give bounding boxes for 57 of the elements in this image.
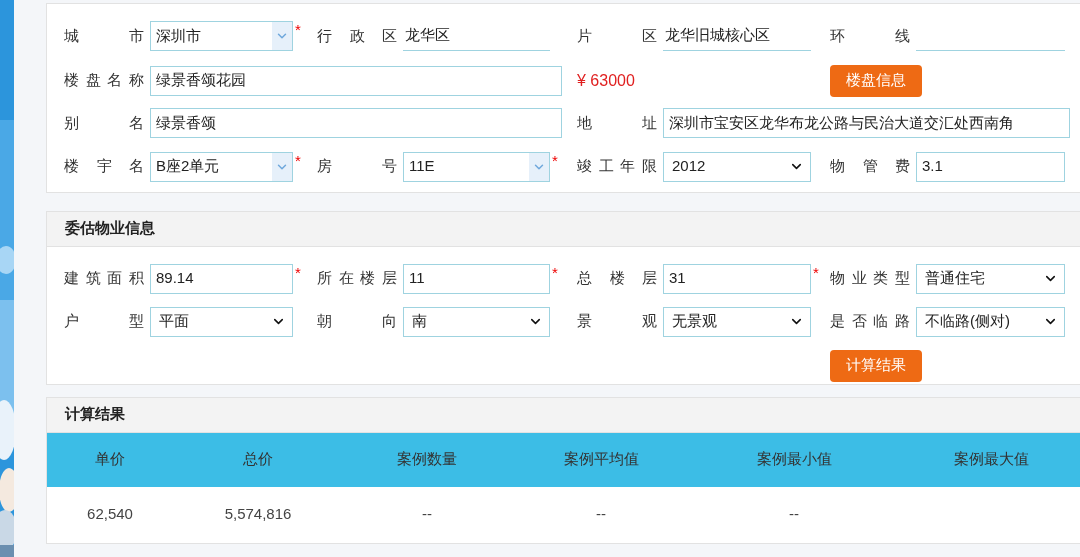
column-header: 案例平均值 bbox=[562, 449, 640, 470]
input-field[interactable]: 89.14 bbox=[150, 263, 293, 294]
field-label: 物管费 bbox=[830, 156, 910, 177]
combo-field[interactable]: B座2单元 bbox=[150, 151, 293, 182]
combo-field[interactable]: 深圳市 bbox=[150, 21, 293, 51]
input-field[interactable]: 绿景香颂 bbox=[150, 108, 562, 138]
column-header: 单价 bbox=[94, 449, 126, 470]
price-text: ¥ 63000 bbox=[577, 70, 635, 91]
input-field[interactable]: 深圳市宝安区龙华布龙公路与民治大道交汇处西南角 bbox=[663, 108, 1070, 138]
field-label: 城市 bbox=[64, 25, 144, 46]
section-title: 计算结果 bbox=[65, 404, 125, 425]
field-label: 楼盘名称 bbox=[64, 70, 144, 91]
input-field[interactable]: 11 bbox=[403, 263, 550, 294]
required-mark: * bbox=[552, 151, 558, 170]
input-field[interactable]: 龙华旧城核心区 bbox=[663, 21, 811, 51]
column-header: 案例最大值 bbox=[952, 449, 1030, 470]
required-mark: * bbox=[295, 263, 301, 282]
field-label: 是否临路 bbox=[830, 311, 910, 332]
input-field[interactable]: 3.1 bbox=[916, 151, 1065, 182]
table-cell-text: -- bbox=[595, 504, 607, 525]
select-field[interactable]: 南 bbox=[403, 306, 550, 337]
required-mark: * bbox=[552, 263, 558, 282]
select-field[interactable]: 普通住宅 bbox=[916, 263, 1065, 294]
field-label: 楼宇名 bbox=[64, 156, 144, 177]
column-header: 案例数量 bbox=[396, 449, 458, 470]
required-mark: * bbox=[295, 151, 301, 170]
table-cell-text: -- bbox=[788, 504, 800, 525]
column-header: 案例最小值 bbox=[755, 449, 833, 470]
combo-field[interactable]: 11E bbox=[403, 151, 550, 182]
input-field[interactable]: 31 bbox=[663, 263, 811, 294]
field-label: 所在楼层 bbox=[317, 268, 397, 289]
required-mark: * bbox=[295, 21, 301, 39]
input-field[interactable]: 绿景香颂花园 bbox=[150, 65, 562, 96]
required-mark: * bbox=[813, 263, 819, 282]
select-field[interactable]: 平面 bbox=[150, 306, 293, 337]
section-title: 委估物业信息 bbox=[65, 218, 155, 239]
field-label: 总楼层 bbox=[577, 268, 657, 289]
select-field[interactable]: 不临路(侧对) bbox=[916, 306, 1065, 337]
field-label: 户型 bbox=[64, 311, 144, 332]
select-field[interactable]: 2012 bbox=[663, 151, 811, 182]
field-label: 建筑面积 bbox=[64, 268, 144, 289]
select-field[interactable]: 无景观 bbox=[663, 306, 811, 337]
field-label: 地址 bbox=[577, 112, 657, 133]
field-label: 房号 bbox=[317, 156, 397, 177]
table-cell-text: 62,540 bbox=[86, 504, 134, 525]
field-label: 环线 bbox=[830, 25, 910, 46]
field-label: 行政区 bbox=[317, 25, 397, 46]
field-label: 朝向 bbox=[317, 311, 397, 332]
field-label: 竣工年限 bbox=[577, 156, 657, 177]
table-cell-text: -- bbox=[421, 504, 433, 525]
table-cell-text: 5,574,816 bbox=[223, 504, 293, 525]
field-label: 别名 bbox=[64, 112, 144, 133]
column-header: 总价 bbox=[242, 449, 274, 470]
field-label: 片区 bbox=[577, 25, 657, 46]
field-label: 景观 bbox=[577, 311, 657, 332]
field-label: 物业类型 bbox=[830, 268, 910, 289]
input-field[interactable]: 龙华区 bbox=[403, 21, 550, 51]
